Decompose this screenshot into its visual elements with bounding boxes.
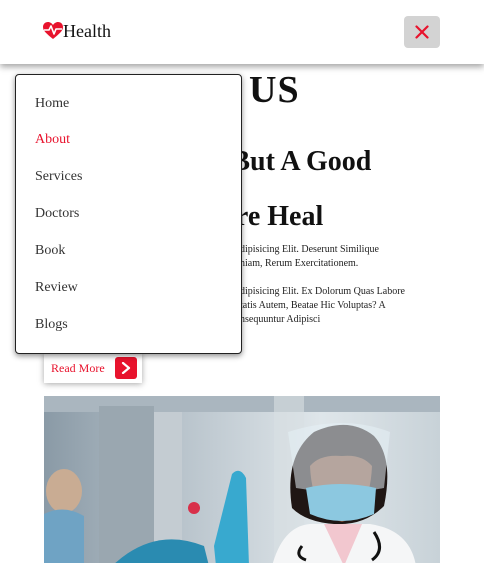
para2-line-3: nsequuntur Adipisci bbox=[240, 314, 321, 325]
para1-line-2: niam, Rerum Exercitationem. bbox=[240, 258, 359, 269]
para1-line-1: dipisicing Elit. Deserunt Similique bbox=[240, 244, 379, 255]
menu-item-services[interactable]: Services bbox=[35, 168, 82, 186]
chevron-right-icon bbox=[115, 357, 137, 379]
heartbeat-icon bbox=[43, 22, 63, 39]
close-icon bbox=[415, 25, 429, 39]
navigation-menu: Home About Services Doctors Book Review … bbox=[15, 74, 242, 354]
read-more-label: Read More bbox=[51, 360, 105, 375]
brand-logo[interactable]: Health bbox=[43, 21, 111, 41]
close-menu-button[interactable] bbox=[404, 16, 440, 48]
doctor-photo bbox=[44, 396, 440, 563]
menu-item-doctors[interactable]: Doctors bbox=[35, 205, 79, 223]
brand-name: Health bbox=[63, 21, 111, 41]
menu-item-blogs[interactable]: Blogs bbox=[35, 316, 68, 334]
about-heading-rest: US bbox=[249, 69, 300, 111]
menu-item-book[interactable]: Book bbox=[35, 242, 65, 260]
read-more-button[interactable]: Read More bbox=[44, 353, 142, 383]
menu-item-home[interactable]: Home bbox=[35, 95, 69, 113]
para2-line-2: tatis Autem, Beatae Hic Voluptas? A bbox=[240, 300, 386, 311]
menu-item-review[interactable]: Review bbox=[35, 279, 78, 297]
para2-line-1: dipisicing Elit. Ex Dolorum Quas Labore bbox=[240, 286, 405, 297]
menu-item-about[interactable]: About bbox=[35, 131, 70, 149]
site-header: Health bbox=[0, 0, 484, 64]
